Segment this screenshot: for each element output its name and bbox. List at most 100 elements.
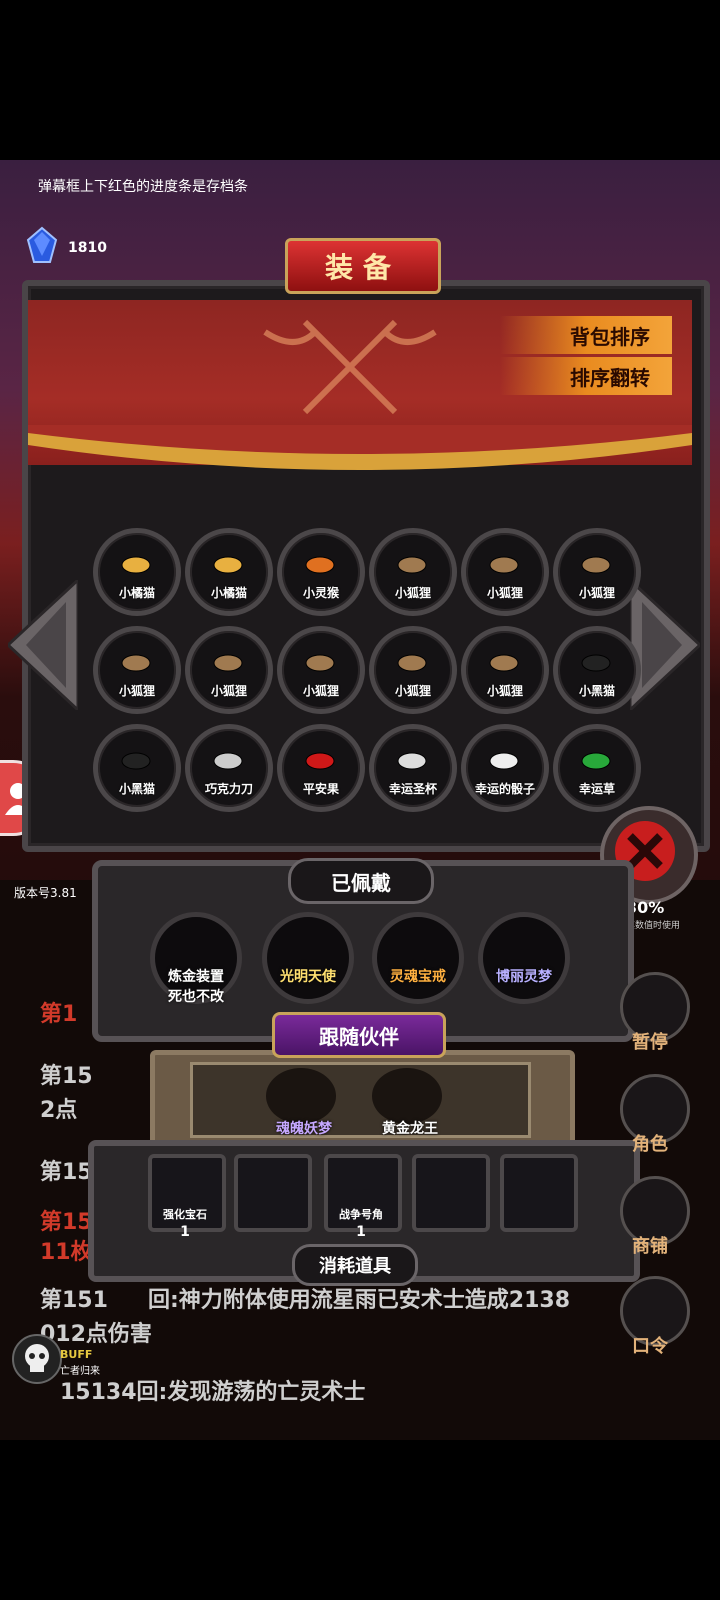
inventory-item-label: 小黑猫	[118, 782, 155, 796]
inventory-slot[interactable]	[185, 724, 273, 812]
right-button-label: 暂停	[632, 1032, 668, 1053]
sort-bag-button[interactable]: 背包排序	[500, 316, 672, 354]
inventory-item-label: 幸运草	[578, 782, 615, 796]
log-line: 15134回:发现游荡的亡灵术士	[60, 1380, 366, 1405]
log-line: 回:神力附体使用流星雨已安术士造成2138	[148, 1288, 571, 1313]
log-line: 11枚	[40, 1240, 93, 1265]
inventory-item-label: 幸运的骰子	[474, 782, 535, 796]
consumable-label: 战争号角	[339, 1208, 383, 1221]
knife-icon	[213, 752, 243, 770]
inventory-slot[interactable]	[461, 724, 549, 812]
companion-item-label: 魂魄妖梦	[276, 1121, 332, 1137]
companion-title: 跟随伙伴	[272, 1012, 446, 1058]
equipped-item-label: 光明天使	[280, 969, 336, 985]
consumable-count: 1	[180, 1224, 190, 1240]
inventory-slot[interactable]	[93, 724, 181, 812]
inventory-slot[interactable]	[93, 528, 181, 616]
inventory-item-label: 小狐狸	[486, 586, 523, 600]
gem-icon	[26, 226, 58, 263]
gem-count: 1810	[68, 240, 107, 256]
consumable-label: 强化宝石	[163, 1208, 207, 1221]
companion-slot[interactable]	[372, 1068, 442, 1124]
log-line: 第1	[40, 1002, 78, 1027]
inventory-slot[interactable]	[461, 528, 549, 616]
inventory-slot[interactable]	[553, 724, 641, 812]
fox-icon	[581, 556, 611, 574]
log-line: 第15	[40, 1160, 93, 1185]
log-line: 2点	[40, 1098, 78, 1123]
version-label: 版本号3.81	[14, 886, 77, 900]
inventory-slot[interactable]	[277, 724, 365, 812]
inventory-item-label: 小狐狸	[486, 684, 523, 698]
buff-label: BUFF	[60, 1348, 93, 1361]
equipped-item-label: 炼金装置 死也不改	[168, 969, 224, 1005]
inventory-slot[interactable]	[369, 528, 457, 616]
inventory-item-label: 小狐狸	[578, 586, 615, 600]
log-line: 第15	[40, 1210, 93, 1235]
equipped-item-label: 博丽灵梦	[496, 969, 552, 985]
log-line: 第151	[40, 1288, 108, 1313]
consumable-slot[interactable]	[412, 1154, 490, 1232]
skull-icon[interactable]	[12, 1334, 62, 1384]
cat-black-icon	[581, 654, 611, 672]
stat-note: 其数值时使用	[626, 921, 681, 931]
inventory-slot[interactable]	[553, 626, 641, 714]
inventory-item-label: 小狐狸	[210, 684, 247, 698]
equipped-title: 已佩戴	[288, 858, 434, 904]
inventory-item-label: 巧克力刀	[204, 782, 253, 796]
clover-icon	[581, 752, 611, 770]
cat-black-icon	[121, 752, 151, 770]
consumable-slot[interactable]	[500, 1154, 578, 1232]
inventory-slot[interactable]	[461, 626, 549, 714]
fox-icon	[213, 654, 243, 672]
inventory-item-label: 小狐狸	[394, 586, 431, 600]
monkey-icon	[305, 556, 335, 574]
inventory-item-label: 小狐狸	[302, 684, 339, 698]
sort-reverse-button[interactable]: 排序翻转	[500, 357, 672, 395]
inventory-slot[interactable]	[369, 724, 457, 812]
equipped-slot[interactable]	[262, 912, 354, 1004]
inventory-slot[interactable]	[553, 528, 641, 616]
consumables-title: 消耗道具	[292, 1244, 418, 1286]
consumable-slot[interactable]	[234, 1154, 312, 1232]
grail-icon	[397, 752, 427, 770]
inventory-slot[interactable]	[93, 626, 181, 714]
fox-icon	[397, 654, 427, 672]
equipped-slot[interactable]	[478, 912, 570, 1004]
inventory-slot[interactable]	[185, 626, 273, 714]
inventory-item-label: 小黑猫	[578, 684, 615, 698]
inventory-item-label: 平安果	[302, 782, 339, 796]
right-button-label: 角色	[632, 1134, 668, 1155]
fox-icon	[489, 556, 519, 574]
dice-icon	[489, 752, 519, 770]
inventory-slot[interactable]	[277, 528, 365, 616]
right-button-label: 商铺	[632, 1236, 668, 1257]
fox-icon	[397, 556, 427, 574]
inventory-slot[interactable]	[185, 528, 273, 616]
inventory-slot[interactable]	[369, 626, 457, 714]
cat-orange-icon	[213, 556, 243, 574]
consumable-count: 1	[356, 1224, 366, 1240]
log-line: 第15	[40, 1064, 93, 1089]
page-title: 装备	[285, 238, 441, 294]
inventory-item-label: 小橘猫	[210, 586, 247, 600]
equipped-item-label: 灵魂宝戒	[390, 969, 446, 985]
prev-page-arrow-icon[interactable]	[8, 580, 78, 710]
cat-orange-icon	[121, 556, 151, 574]
inventory-item-label: 小狐狸	[394, 684, 431, 698]
companion-item-label: 黄金龙王	[382, 1121, 438, 1137]
companion-slot[interactable]	[266, 1068, 336, 1124]
inventory-item-label: 小灵猴	[302, 586, 339, 600]
buff-sub: 亡者归来	[60, 1366, 100, 1377]
danmaku-tip: 弹幕框上下红色的进度条是存档条	[38, 179, 248, 195]
fox-icon	[305, 654, 335, 672]
right-button-label: 口令	[632, 1336, 668, 1357]
inventory-item-label: 小狐狸	[118, 684, 155, 698]
apple-icon	[305, 752, 335, 770]
fox-icon	[489, 654, 519, 672]
equipped-slot[interactable]	[372, 912, 464, 1004]
inventory-slot[interactable]	[277, 626, 365, 714]
inventory-item-label: 小橘猫	[118, 586, 155, 600]
banner-fringe	[28, 425, 692, 470]
crossed-swords-emblem	[263, 319, 437, 415]
